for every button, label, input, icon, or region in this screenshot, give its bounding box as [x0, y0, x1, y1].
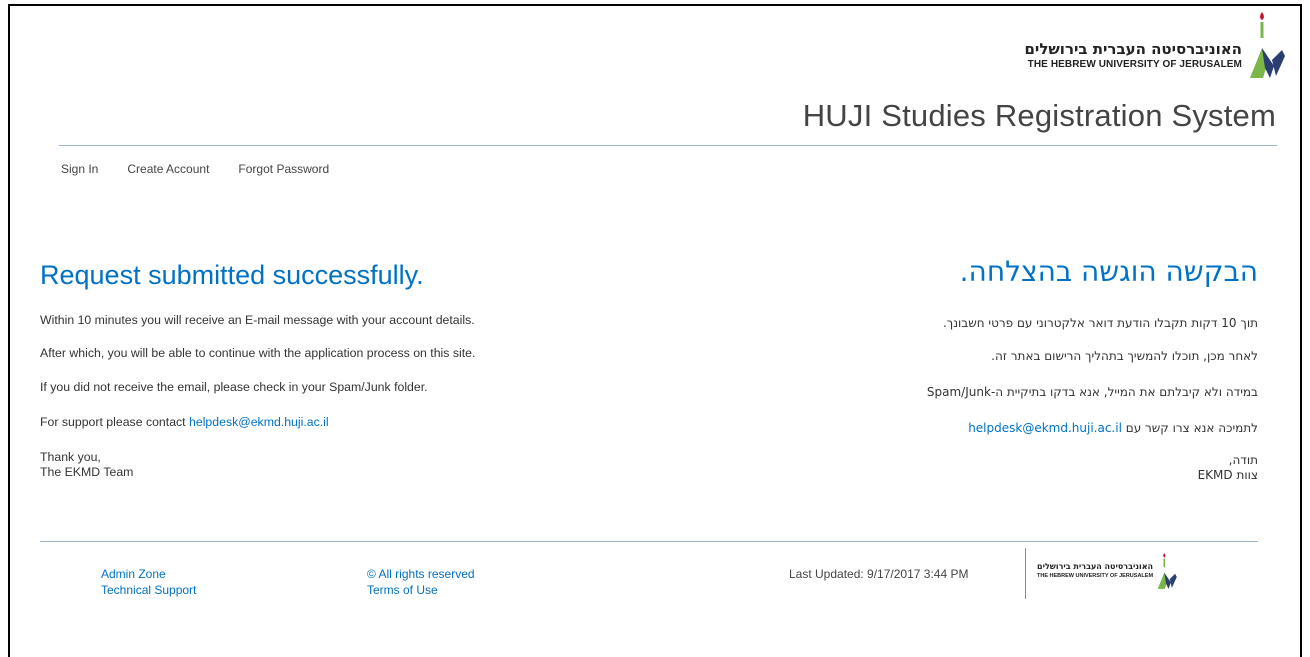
logo-hebrew-text: האוניברסיטה העברית בירושלים — [1024, 40, 1242, 58]
footer-vertical-divider — [1025, 548, 1026, 599]
hebrew-signature: צוות EKMD — [1197, 468, 1258, 482]
english-line-2: After which, you will be able to continu… — [40, 346, 476, 360]
nav-create-account[interactable]: Create Account — [127, 162, 209, 176]
logo-english-text: THE HEBREW UNIVERSITY OF JERUSALEM — [1027, 59, 1242, 70]
hebrew-signoff: תודה, צוות EKMD — [1198, 453, 1258, 483]
all-rights-reserved-link[interactable]: © All rights reserved — [367, 566, 475, 582]
huji-logo[interactable]: האוניברסיטה העברית בירושלים THE HEBREW U… — [1024, 10, 1286, 80]
terms-of-use-link[interactable]: Terms of Use — [367, 582, 475, 598]
footer-huji-logo[interactable]: האוניברסיטה העברית בירושלים THE HEBREW U… — [1037, 552, 1178, 590]
hebrew-line-1: תוך 10 דקות תקבלו הודעת דואר אלקטרוני עם… — [942, 316, 1258, 330]
footer-logo-english-text: THE HEBREW UNIVERSITY OF JERUSALEM — [1037, 573, 1154, 579]
huji-logo-icon — [1157, 553, 1177, 589]
admin-zone-link[interactable]: Admin Zone — [101, 566, 196, 582]
footer-links-admin: Admin Zone Technical Support — [101, 566, 196, 598]
technical-support-link[interactable]: Technical Support — [101, 582, 196, 598]
nav-forgot-password[interactable]: Forgot Password — [238, 162, 329, 176]
logo-text: האוניברסיטה העברית בירושלים THE HEBREW U… — [1024, 40, 1242, 71]
footer-links-legal: © All rights reserved Terms of Use — [367, 566, 475, 598]
english-message: Request submitted successfully. Within 1… — [40, 260, 600, 479]
footer-logo-hebrew-text: האוניברסיטה העברית בירושלים — [1037, 562, 1154, 571]
footer-logo-text: האוניברסיטה העברית בירושלים THE HEBREW U… — [1037, 562, 1153, 580]
last-updated: Last Updated: 9/17/2017 3:44 PM — [789, 567, 969, 581]
hebrew-support-email-link[interactable]: helpdesk@ekmd.huji.ac.il — [968, 421, 1122, 435]
hebrew-heading: הבקשה הוגשה בהצלחה. — [959, 255, 1258, 288]
hebrew-line-2: לאחר מכן, תוכלו להמשיך בתהליך הרישום באת… — [991, 349, 1258, 363]
english-signature: The EKMD Team — [40, 465, 134, 479]
nav-sign-in[interactable]: Sign In — [61, 162, 98, 176]
site-title: HUJI Studies Registration System — [802, 98, 1276, 133]
hebrew-support-line: לתמיכה אנא צרו קשר עם helpdesk@ekmd.huji… — [968, 421, 1258, 435]
english-line-3: If you did not receive the email, please… — [40, 380, 428, 394]
hebrew-thanks: תודה, — [1228, 453, 1258, 467]
top-nav: Sign In Create Account Forgot Password — [61, 162, 358, 176]
huji-logo-icon — [1250, 12, 1285, 78]
english-support-prefix: For support please contact — [40, 415, 190, 429]
footer-divider — [40, 541, 1258, 542]
english-line-1: Within 10 minutes you will receive an E-… — [40, 313, 475, 327]
hebrew-line-3: במידה ולא קיבלתם את המייל, אנא בדקו בתיק… — [926, 385, 1258, 399]
english-support-line: For support please contact helpdesk@ekmd… — [40, 415, 329, 429]
english-heading: Request submitted successfully. — [40, 260, 424, 290]
english-signoff: Thank you, The EKMD Team — [40, 450, 133, 480]
hebrew-message: הבקשה הוגשה בהצלחה. תוך 10 דקות תקבלו הו… — [698, 255, 1258, 482]
header-divider — [59, 145, 1277, 146]
english-support-email-link[interactable]: helpdesk@ekmd.huji.ac.il — [189, 415, 329, 429]
english-thanks: Thank you, — [40, 450, 101, 464]
hebrew-support-prefix: לתמיכה אנא צרו קשר עם — [1121, 421, 1258, 435]
